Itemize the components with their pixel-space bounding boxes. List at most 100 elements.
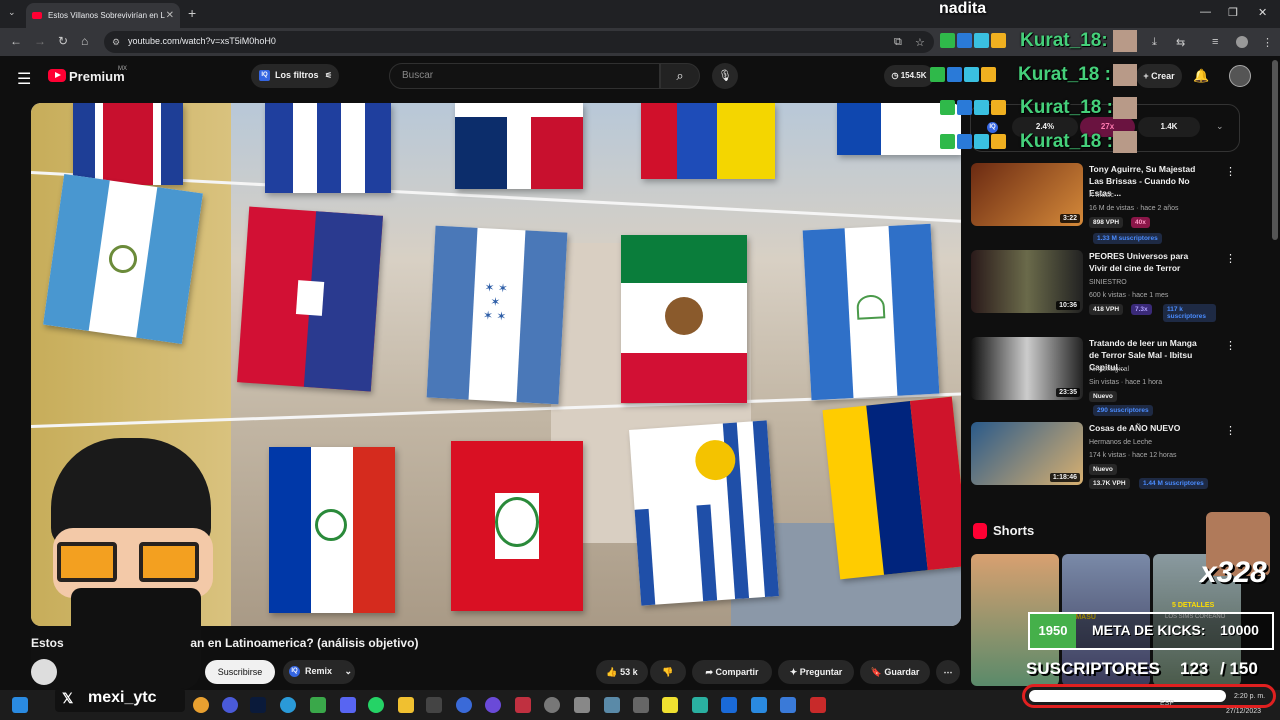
filters-button[interactable]: IQ Los filtros ⚟ bbox=[251, 64, 339, 88]
app-icon-12[interactable] bbox=[780, 697, 796, 713]
remix-button[interactable]: IQ Remix ⌄ bbox=[283, 660, 355, 684]
app-icon-5[interactable] bbox=[515, 697, 531, 713]
subscribe-button[interactable]: Suscribirse bbox=[205, 660, 275, 684]
rec-channel[interactable]: Ninjamagical bbox=[1089, 366, 1129, 373]
tab-search-icon[interactable]: ⌄ bbox=[8, 7, 16, 18]
photoshop-icon[interactable] bbox=[250, 697, 266, 713]
browser-menu-icon[interactable]: ⋮ bbox=[1262, 36, 1273, 49]
site-info-icon[interactable]: ⚙ bbox=[112, 37, 120, 48]
expand-stats-icon[interactable]: ⌄ bbox=[1216, 121, 1224, 132]
youtube-premium-logo[interactable]: Premium bbox=[69, 69, 125, 84]
rec-item-2[interactable]: 10:36 PEORES Universos para Vivir del ci… bbox=[971, 250, 1236, 322]
app-icon-4[interactable] bbox=[485, 697, 501, 713]
rec-menu-icon[interactable]: ⋮ bbox=[1225, 339, 1236, 352]
dislike-button[interactable]: 👎 bbox=[650, 660, 686, 684]
window-close-icon[interactable]: ✕ bbox=[1258, 6, 1267, 19]
vivaldi-icon[interactable] bbox=[222, 697, 238, 713]
rec-thumbnail[interactable]: 23:35 bbox=[971, 337, 1083, 400]
app-icon-7[interactable] bbox=[604, 697, 620, 713]
rec-thumbnail[interactable]: 10:36 bbox=[971, 250, 1083, 313]
telegram-icon[interactable] bbox=[280, 697, 296, 713]
rec-title[interactable]: Cosas de AÑO NUEVO bbox=[1089, 422, 1207, 434]
youtube-logo-icon[interactable] bbox=[48, 69, 66, 82]
url-text: youtube.com/watch?v=xsT5iM0hoH0 bbox=[128, 36, 276, 46]
app-icon-8[interactable] bbox=[633, 697, 649, 713]
ask-button[interactable]: ✦ Preguntar bbox=[778, 660, 854, 684]
rec-item-4[interactable]: 1:18:46 Cosas de AÑO NUEVO Hermanos de L… bbox=[971, 422, 1236, 489]
hamburger-menu-icon[interactable]: ☰ bbox=[17, 69, 31, 89]
close-tab-icon[interactable]: ✕ bbox=[166, 10, 174, 21]
streamer-name: nadita bbox=[939, 0, 987, 17]
search-button[interactable]: ⌕ bbox=[660, 63, 700, 89]
folder-icon[interactable] bbox=[398, 697, 414, 713]
search-icon: ⌕ bbox=[676, 68, 684, 83]
tab-list-icon[interactable]: ≡ bbox=[1212, 36, 1218, 48]
translate-icon[interactable]: ⇆ bbox=[1176, 36, 1185, 49]
app-icon-6[interactable] bbox=[574, 697, 590, 713]
remix-chevron-icon: ⌄ bbox=[344, 666, 353, 676]
whatsapp-icon[interactable] bbox=[368, 697, 384, 713]
back-icon[interactable]: ← bbox=[10, 34, 22, 48]
share-button[interactable]: ➦ Compartir bbox=[692, 660, 772, 684]
iq-icon: IQ bbox=[259, 70, 270, 81]
account-avatar[interactable] bbox=[1229, 65, 1251, 87]
new-tab-button[interactable]: + bbox=[188, 5, 196, 21]
app-icon-13[interactable] bbox=[810, 697, 826, 713]
notes-icon[interactable] bbox=[662, 697, 678, 713]
page-scrollbar[interactable] bbox=[1272, 60, 1278, 240]
keyboard-language[interactable]: ESP bbox=[1160, 700, 1174, 707]
like-button[interactable]: 👍 53 k bbox=[596, 660, 648, 684]
rec-duration: 23:35 bbox=[1056, 388, 1080, 397]
rec-item-1[interactable]: 3:22 Tony Aguirre, Su Majestad Las Briss… bbox=[971, 163, 1236, 244]
obs-icon[interactable] bbox=[544, 697, 560, 713]
streamer-avatar-overlay bbox=[31, 438, 231, 626]
address-bar[interactable]: ⚙ youtube.com/watch?v=xsT5iM0hoH0 bbox=[104, 31, 934, 53]
minimize-icon[interactable]: — bbox=[1200, 6, 1211, 18]
more-actions-button[interactable]: ⋯ bbox=[936, 660, 960, 684]
reload-icon[interactable]: ↻ bbox=[58, 34, 68, 48]
rec-menu-icon[interactable]: ⋮ bbox=[1225, 424, 1236, 437]
home-icon[interactable]: ⌂ bbox=[81, 34, 88, 48]
rec-channel[interactable]: Hermanos de Leche bbox=[1089, 439, 1152, 446]
rec-item-3[interactable]: 23:35 Tratando de leer un Manga de Terro… bbox=[971, 337, 1236, 416]
forward-icon[interactable]: → bbox=[34, 34, 46, 48]
rec-thumbnail[interactable]: 1:18:46 bbox=[971, 422, 1083, 485]
profile-icon[interactable] bbox=[1236, 36, 1248, 48]
download-icon[interactable]: ⤓ bbox=[1152, 36, 1157, 49]
app-icon-11[interactable] bbox=[751, 697, 767, 713]
remix-label: Remix bbox=[305, 666, 333, 676]
remix-iq-icon: IQ bbox=[289, 666, 300, 677]
chrome-icon[interactable] bbox=[193, 697, 209, 713]
rec-channel[interactable]: SINIESTRO bbox=[1089, 279, 1127, 286]
rec-title[interactable]: PEORES Universos para Vivir del cine de … bbox=[1089, 250, 1207, 274]
save-button[interactable]: 🔖 Guardar bbox=[860, 660, 930, 684]
install-icon[interactable]: ⧉ bbox=[894, 36, 902, 49]
rec-menu-icon[interactable]: ⋮ bbox=[1225, 165, 1236, 178]
browser-tab[interactable]: Estos Villanos Sobrevivirían en L ✕ bbox=[26, 3, 180, 28]
clock-date[interactable]: 27/12/2023 bbox=[1226, 708, 1261, 715]
bookmark-star-icon[interactable]: ☆ bbox=[915, 36, 925, 49]
app-icon-3[interactable] bbox=[456, 697, 472, 713]
chat-avatar-icon bbox=[1113, 64, 1137, 86]
windows-start-icon[interactable] bbox=[12, 697, 28, 713]
clock-time[interactable]: 2:20 p. m. bbox=[1234, 693, 1265, 700]
chat-avatar-icon bbox=[1113, 131, 1137, 153]
create-button[interactable]: + Crear bbox=[1136, 64, 1182, 88]
app-icon-9[interactable] bbox=[692, 697, 708, 713]
search-input[interactable]: Buscar bbox=[389, 63, 660, 89]
rec-channel[interactable]: K Music bbox=[1089, 192, 1114, 199]
app-icon-10[interactable] bbox=[721, 697, 737, 713]
app-icon-2[interactable] bbox=[426, 697, 442, 713]
rec-thumbnail[interactable]: 3:22 bbox=[971, 163, 1083, 226]
chat-user-4: Kurat_18 : bbox=[1020, 131, 1113, 152]
discord-icon[interactable] bbox=[340, 697, 356, 713]
rec-menu-icon[interactable]: ⋮ bbox=[1225, 252, 1236, 265]
notifications-bell-icon[interactable]: 🔔 bbox=[1193, 68, 1209, 84]
voice-search-button[interactable]: 🎙 bbox=[712, 63, 738, 89]
app-icon[interactable] bbox=[310, 697, 326, 713]
maximize-icon[interactable]: ❐ bbox=[1228, 6, 1238, 19]
chat-user-1: Kurat_18: bbox=[1020, 30, 1108, 51]
video-player[interactable]: ✶ ✶ ✶ ✶ ✶ bbox=[31, 103, 961, 626]
ask-label: Preguntar bbox=[799, 667, 843, 677]
channel-avatar[interactable] bbox=[31, 659, 57, 685]
